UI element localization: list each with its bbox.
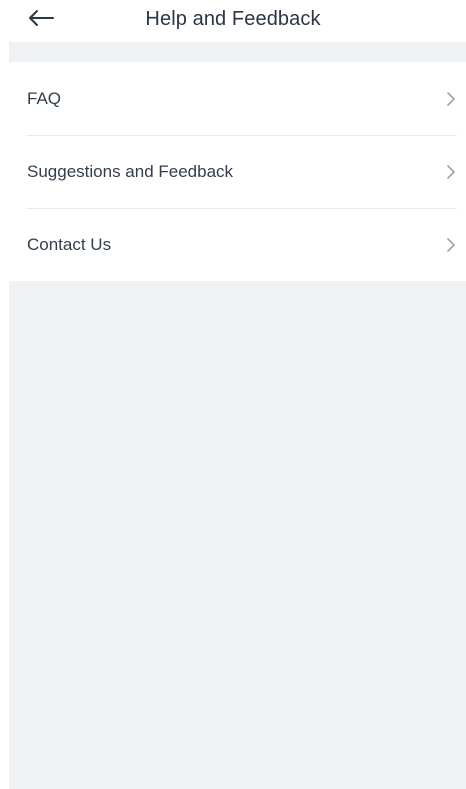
contact-us-label: Contact Us [27, 234, 112, 254]
app-header: Help and Feedback [0, 0, 466, 42]
suggestions-feedback-item[interactable]: Suggestions and Feedback [9, 135, 466, 208]
page-title: Help and Feedback [145, 8, 321, 30]
faq-item[interactable]: FAQ [9, 62, 466, 135]
top-spacer [9, 42, 466, 62]
chevron-right-icon [447, 237, 455, 252]
chevron-right-icon [447, 164, 455, 179]
content-area: FAQ Suggestions and Feedback Contact Us [9, 42, 466, 789]
contact-us-item[interactable]: Contact Us [9, 208, 466, 281]
help-menu-list: FAQ Suggestions and Feedback Contact Us [9, 62, 466, 281]
suggestions-feedback-label: Suggestions and Feedback [27, 161, 234, 181]
chevron-right-icon [447, 91, 455, 106]
faq-label: FAQ [27, 88, 62, 108]
